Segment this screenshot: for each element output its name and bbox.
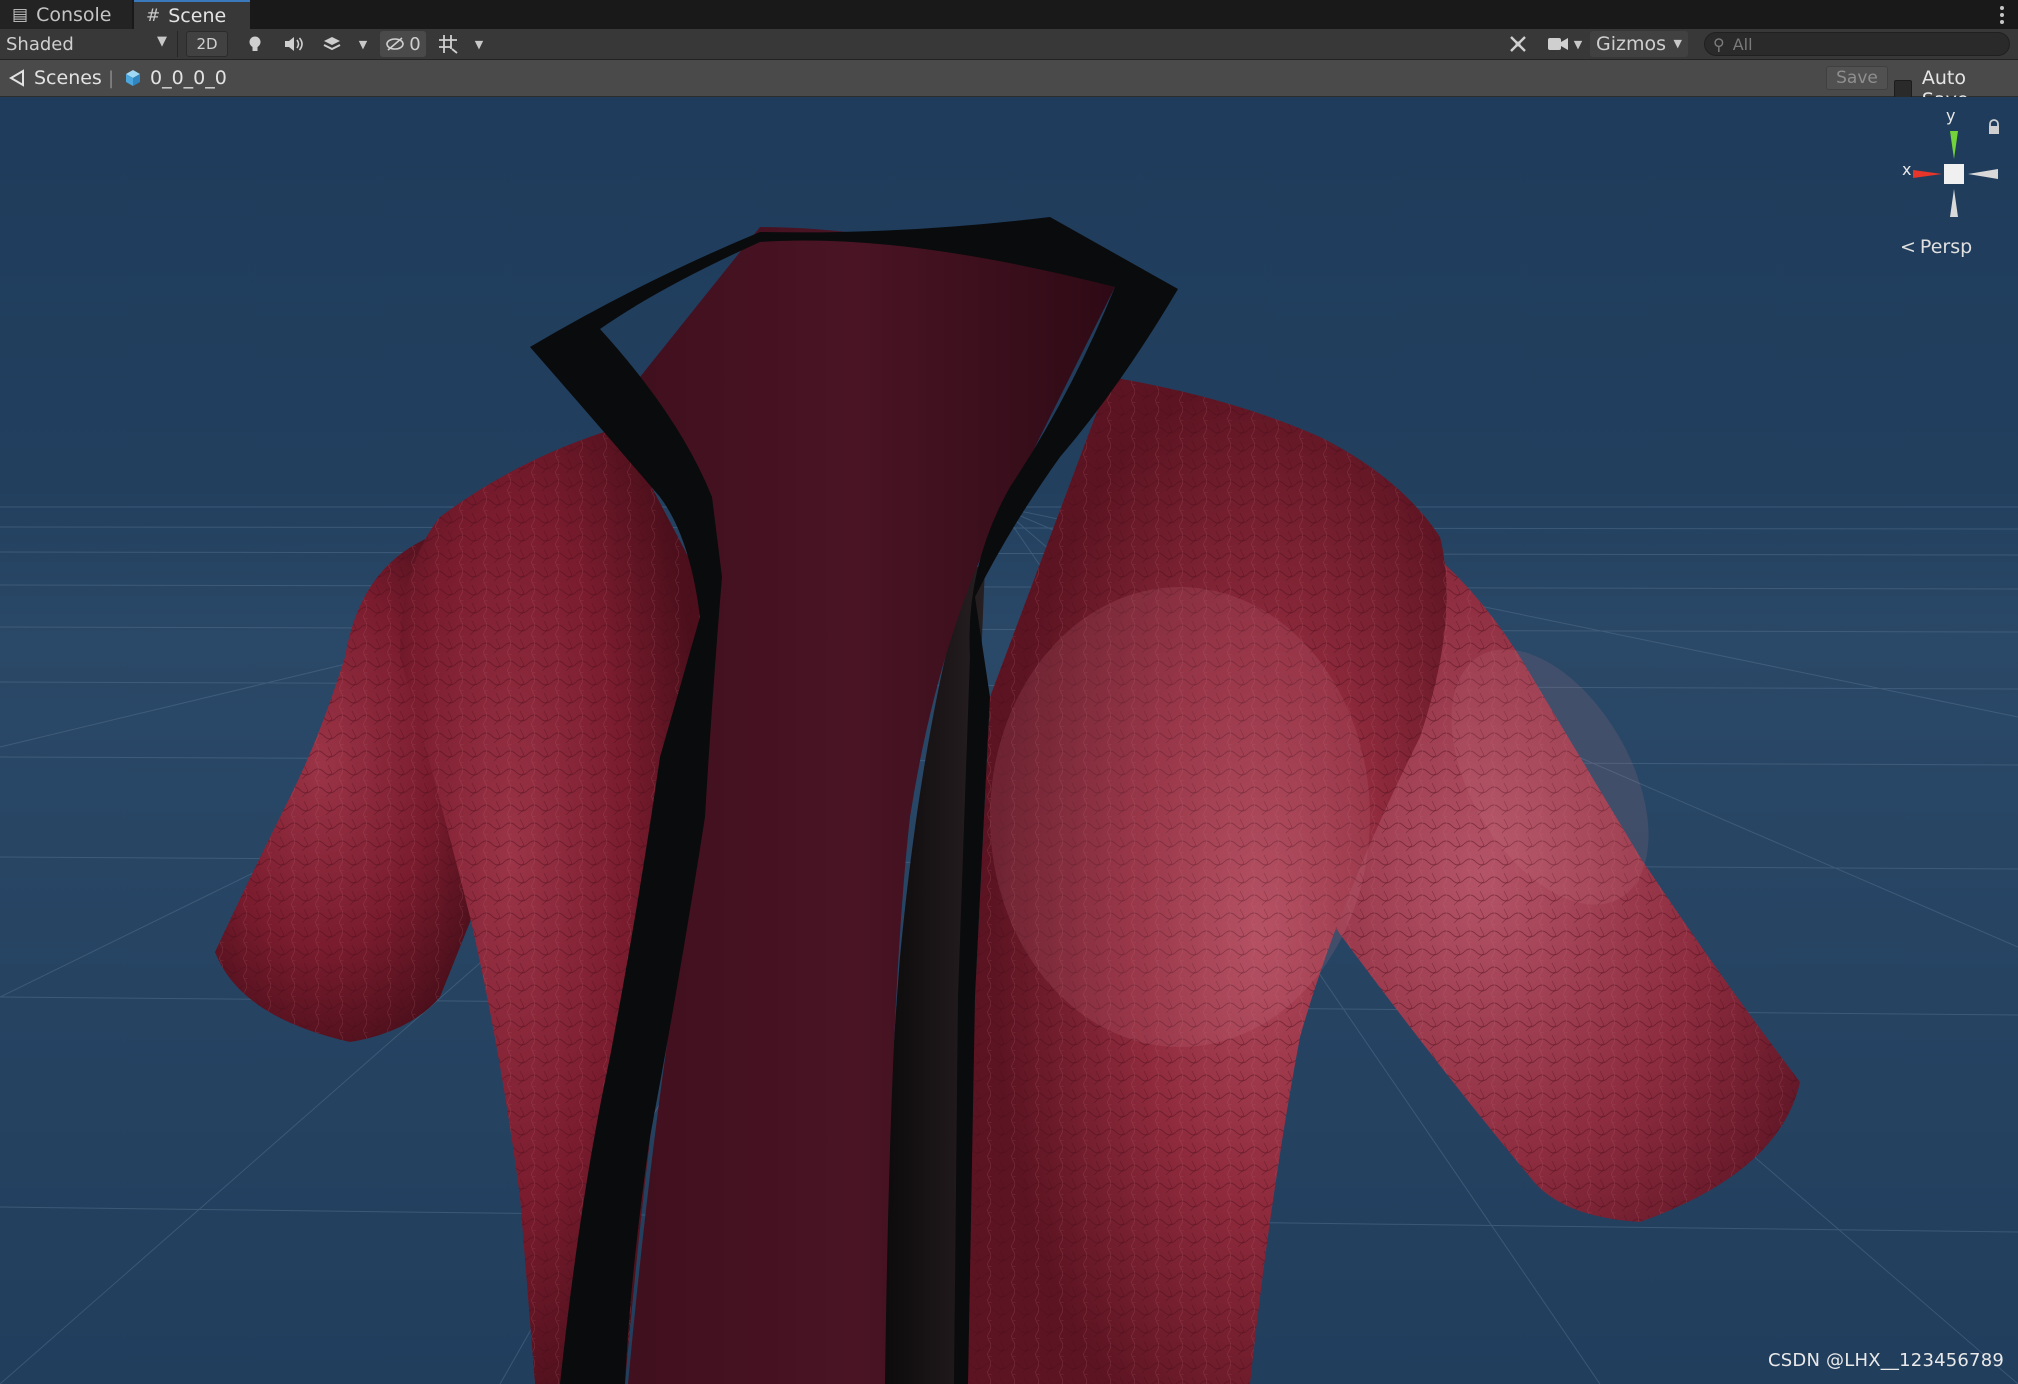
tools-toggle-button[interactable] <box>1502 31 1534 57</box>
tools-icon <box>1510 36 1526 52</box>
camera-dropdown[interactable]: ▼ <box>1570 31 1586 57</box>
tab-console-label: Console <box>36 3 112 26</box>
chevron-down-icon: ▼ <box>157 34 167 49</box>
gizmo-neg-y-cone[interactable] <box>1950 189 1958 217</box>
gizmo-x-label: x <box>1902 160 1911 179</box>
eye-slash-icon <box>386 37 405 51</box>
grid-toggle-button[interactable] <box>432 31 464 57</box>
breadcrumb-divider: | <box>108 67 115 89</box>
gizmo-neg-x-cone[interactable] <box>1968 169 1998 179</box>
effects-dropdown[interactable]: ▼ <box>352 31 374 57</box>
breadcrumb: Scenes | 0_0_0_0 Save Auto Save <box>0 60 2018 111</box>
gizmos-label: Gizmos <box>1596 33 1667 55</box>
gizmos-dropdown[interactable]: Gizmos ▼ <box>1590 31 1688 57</box>
console-icon: ▤ <box>12 4 29 25</box>
chevron-down-icon: ▼ <box>358 37 368 51</box>
layers-icon <box>323 37 341 51</box>
breadcrumb-prefab[interactable]: 0_0_0_0 <box>124 66 227 90</box>
watermark-text: CSDN @LHX__123456789 <box>1768 1350 2005 1371</box>
lighting-toggle-button[interactable] <box>240 31 270 57</box>
search-icon: ⚲ <box>1713 34 1725 54</box>
audio-toggle-button[interactable] <box>278 31 308 57</box>
scene-hash-icon: # <box>146 5 161 26</box>
projection-label: Persp <box>1919 236 1973 258</box>
more-options-icon[interactable] <box>1992 2 2012 28</box>
hidden-object-count: 0 <box>409 33 421 55</box>
search-input[interactable] <box>1732 34 1983 54</box>
cube-icon <box>126 70 140 86</box>
tab-scene[interactable]: # Scene <box>134 0 250 29</box>
scene-toolbar: Shaded ▼ 2D ▼ 0 ▼ ▼ Gizmos ▼ ⚲ All <box>0 29 2018 60</box>
grid-dropdown[interactable]: ▼ <box>468 31 490 57</box>
draw-mode-dropdown[interactable]: Shaded ▼ <box>0 31 178 57</box>
tab-scene-label: Scene <box>168 4 227 27</box>
grid-icon <box>439 35 458 54</box>
gizmo-x-cone[interactable] <box>1913 170 1942 178</box>
draw-mode-value: Shaded <box>6 33 74 55</box>
auto-save-checkbox[interactable] <box>1894 80 1912 98</box>
tab-console[interactable]: ▤ Console <box>0 0 132 29</box>
toggle-2d-button[interactable]: 2D <box>186 31 228 57</box>
gizmo-y-cone[interactable] <box>1950 131 1958 159</box>
save-button[interactable]: Save <box>1826 66 1888 90</box>
lock-icon[interactable] <box>1987 119 2001 135</box>
chevron-down-icon: ▼ <box>1573 37 1583 51</box>
gizmo-y-label: y <box>1946 106 1955 125</box>
chevron-down-icon: ▼ <box>474 37 484 51</box>
prefab-name: 0_0_0_0 <box>150 67 227 89</box>
gizmo-center-cube[interactable] <box>1944 164 1964 184</box>
scene-viewport[interactable] <box>0 97 2018 1384</box>
scene-visibility-toggle[interactable]: 0 <box>380 31 426 57</box>
projection-toggle[interactable]: < Persp <box>1900 236 1972 258</box>
hierarchy-search[interactable]: ⚲ <box>1704 32 2010 56</box>
scenes-back-icon <box>9 69 24 87</box>
scene-render <box>0 97 2018 1384</box>
window-tab-bar: ▤ Console # Scene <box>0 0 2018 30</box>
toggle-2d-label: 2D <box>196 35 218 53</box>
breadcrumb-scenes-label: Scenes <box>34 67 102 89</box>
camera-icon <box>1548 38 1568 50</box>
lightbulb-icon <box>249 36 261 51</box>
speaker-icon <box>285 37 303 51</box>
breadcrumb-scenes[interactable]: Scenes <box>8 66 102 90</box>
effects-toggle-button[interactable] <box>316 31 348 57</box>
chevron-down-icon: ▼ <box>1673 37 1682 50</box>
perspective-icon: < <box>1900 236 1916 258</box>
